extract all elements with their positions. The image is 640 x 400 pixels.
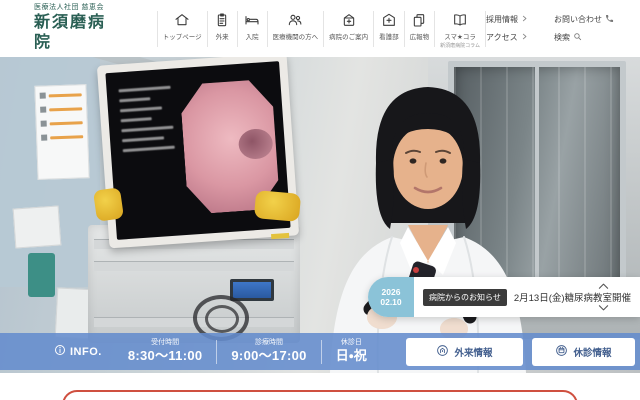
phone-icon bbox=[605, 14, 614, 25]
nurse-cap-icon bbox=[381, 11, 397, 28]
info-item-value: 9:00〜17:00 bbox=[231, 348, 306, 364]
header: 医療法人社団 慈恵会 新須磨病院 トップページ 外来 入院 bbox=[0, 0, 640, 57]
emergency-notice-box[interactable] bbox=[62, 390, 578, 400]
hero-cable-coil bbox=[205, 305, 239, 333]
news-date-badge: 2026 02.10 bbox=[368, 277, 414, 317]
logo-hospital-name: 新須磨病院 bbox=[34, 13, 109, 53]
hero-doctor bbox=[312, 67, 544, 373]
hero-device-screen bbox=[230, 279, 274, 301]
recruit-link[interactable]: 採用情報 bbox=[486, 14, 548, 25]
nav-label: 看護部 bbox=[379, 31, 399, 41]
chevron-right-icon bbox=[521, 15, 528, 24]
search-icon bbox=[573, 32, 582, 43]
nav-item-top[interactable]: トップページ bbox=[157, 11, 208, 47]
chevron-right-icon bbox=[521, 33, 528, 42]
info-item-label: 診療時間 bbox=[255, 339, 283, 348]
nav-item-hospital-guide[interactable]: 病院のご案内 bbox=[324, 11, 374, 47]
divider bbox=[216, 340, 217, 364]
nav-item-publications[interactable]: 広報物 bbox=[405, 11, 436, 47]
home-icon bbox=[174, 11, 190, 28]
contact-link[interactable]: お問い合わせ bbox=[554, 14, 632, 25]
clipboard-icon bbox=[214, 11, 230, 28]
news-date: 02.10 bbox=[380, 297, 401, 307]
main-nav: トップページ 外来 入院 医療機関の方へ bbox=[157, 11, 486, 47]
hospital-building-icon bbox=[341, 11, 357, 28]
outpatient-circle-icon bbox=[436, 344, 449, 360]
nav-label: スマ★コラ bbox=[444, 31, 476, 41]
documents-icon bbox=[411, 11, 427, 28]
outpatient-info-label: 外来情報 bbox=[454, 345, 492, 359]
hero-yellow-handle bbox=[93, 187, 124, 221]
nav-item-nursing[interactable]: 看護部 bbox=[374, 11, 405, 47]
outpatient-info-button[interactable]: 外来情報 bbox=[406, 338, 523, 366]
access-link-label: アクセス bbox=[486, 32, 518, 43]
info-title-label: INFO. bbox=[70, 346, 102, 358]
recruit-link-label: 採用情報 bbox=[486, 14, 518, 25]
hero-equipment bbox=[13, 205, 62, 248]
divider bbox=[321, 340, 322, 364]
info-buttons: 外来情報 休診情報 bbox=[406, 338, 635, 366]
nav-label: トップページ bbox=[163, 31, 202, 41]
news-bar: 2026 02.10 病院からのお知らせ 2月13日(金)糖尿病教室開催 bbox=[368, 277, 640, 317]
page: 医療法人社団 慈恵会 新須磨病院 トップページ 外来 入院 bbox=[0, 0, 640, 400]
info-item-label: 休診日 bbox=[341, 339, 362, 348]
info-item-value: 8:30〜11:00 bbox=[128, 348, 203, 364]
news-category-badge: 病院からのお知らせ bbox=[423, 289, 507, 306]
nav-item-medical-institutions[interactable]: 医療機関の方へ bbox=[268, 11, 325, 47]
info-closed-days: 休診日 日・祝 bbox=[336, 339, 367, 364]
info-item-value: 日・祝 bbox=[336, 348, 367, 364]
nav-label: 広報物 bbox=[410, 31, 430, 41]
people-icon bbox=[287, 11, 303, 28]
search-link-label: 検索 bbox=[554, 32, 570, 43]
info-bar: INFO. 受付時間 8:30〜11:00 診療時間 9:00〜17:00 休診… bbox=[0, 333, 640, 370]
closed-day-circle-icon bbox=[555, 344, 568, 360]
info-title: INFO. bbox=[54, 344, 102, 359]
hero-yellow-handle bbox=[254, 190, 301, 222]
closed-day-info-button[interactable]: 休診情報 bbox=[532, 338, 635, 366]
hero-whiteboard bbox=[34, 84, 89, 180]
info-circle-icon bbox=[54, 344, 66, 359]
closed-day-info-label: 休診情報 bbox=[573, 345, 611, 359]
nav-label: 外来 bbox=[216, 31, 229, 41]
bed-icon bbox=[244, 11, 260, 28]
nav-label: 病院のご案内 bbox=[329, 31, 368, 41]
nav-label: 入院 bbox=[246, 31, 259, 41]
info-reception-hours: 受付時間 8:30〜11:00 bbox=[128, 339, 203, 364]
logo-association: 医療法人社団 慈恵会 bbox=[34, 4, 109, 13]
info-consultation-hours: 診療時間 9:00〜17:00 bbox=[231, 339, 306, 364]
nav-item-outpatient[interactable]: 外来 bbox=[208, 11, 238, 47]
news-next-button[interactable] bbox=[596, 302, 610, 314]
news-headline-link[interactable]: 2月13日(金)糖尿病教室開催 bbox=[514, 290, 631, 304]
access-link[interactable]: アクセス bbox=[486, 32, 548, 43]
news-year: 2026 bbox=[382, 287, 401, 297]
hospital-logo[interactable]: 医療法人社団 慈恵会 新須磨病院 bbox=[34, 4, 109, 53]
hero-photo bbox=[0, 57, 640, 373]
nav-item-inpatient[interactable]: 入院 bbox=[238, 11, 268, 47]
hero-endoscopy-monitor bbox=[97, 57, 299, 248]
contact-link-label: お問い合わせ bbox=[554, 14, 602, 25]
nav-item-column[interactable]: スマ★コラ 新須磨病院コラム bbox=[435, 11, 486, 47]
news-prev-button[interactable] bbox=[596, 280, 610, 292]
header-links: 採用情報 お問い合わせ アクセス 検索 bbox=[486, 14, 632, 43]
nav-sublabel: 新須磨病院コラム bbox=[440, 42, 480, 49]
search-link[interactable]: 検索 bbox=[554, 32, 632, 43]
hero-equipment bbox=[28, 253, 55, 297]
info-item-label: 受付時間 bbox=[151, 339, 179, 348]
nav-label: 医療機関の方へ bbox=[273, 31, 319, 41]
open-book-icon bbox=[452, 11, 468, 28]
